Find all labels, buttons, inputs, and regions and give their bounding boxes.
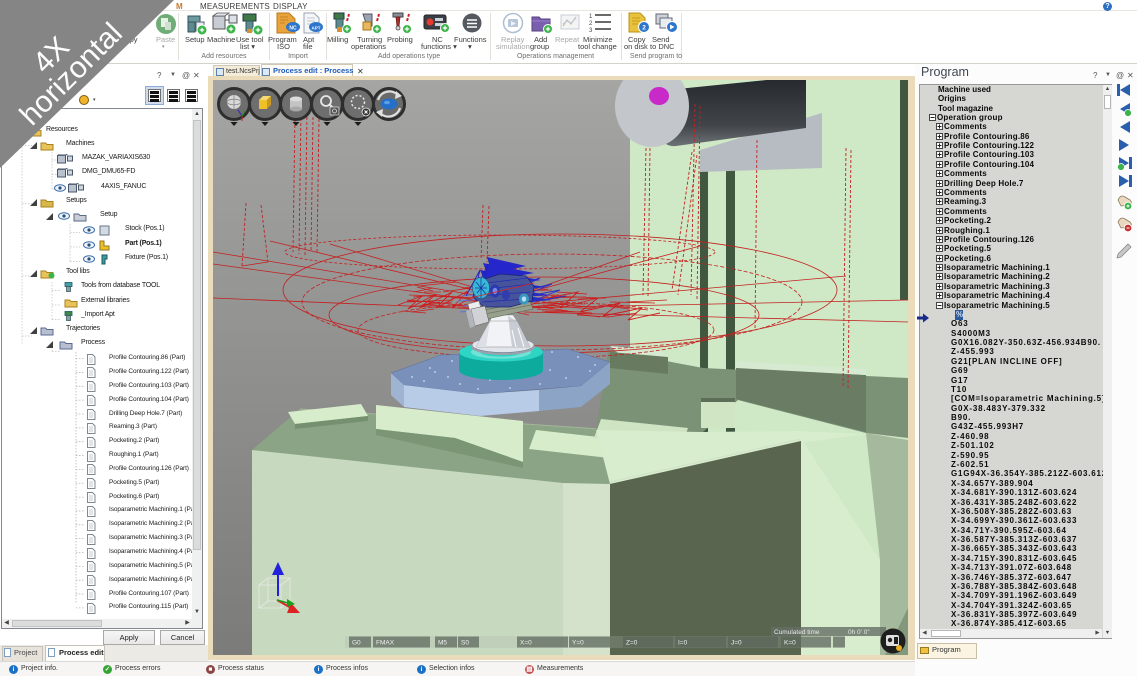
svg-text:M5: M5 [438,640,447,647]
svg-text:3: 3 [589,28,593,34]
svg-text:Z=0: Z=0 [626,640,638,647]
svg-text:S0: S0 [461,640,469,647]
svg-text:Y=0: Y=0 [572,640,584,647]
svg-text:2: 2 [589,21,593,27]
svg-text:K=0: K=0 [784,640,796,647]
svg-text:G0: G0 [352,640,361,647]
svg-text:0h 0' 0'': 0h 0' 0'' [848,629,870,636]
svg-text:J=0: J=0 [731,640,742,647]
svg-text:APT: APT [312,26,321,31]
svg-text:X=0: X=0 [520,640,532,647]
svg-text:I=0: I=0 [678,640,688,647]
svg-text:1: 1 [589,14,593,20]
svg-text:2: 2 [642,25,646,32]
svg-text:FMAX: FMAX [376,640,395,647]
svg-text:Cumulated time: Cumulated time [774,629,820,636]
svg-text:NC: NC [289,26,297,32]
